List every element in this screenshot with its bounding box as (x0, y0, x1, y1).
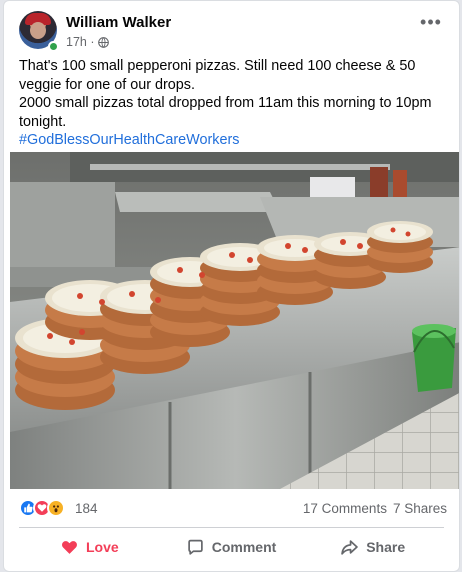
post-stats: 184 17 Comments 7 Shares (19, 499, 447, 519)
comment-button[interactable]: Comment (161, 533, 303, 561)
love-button[interactable]: Love (19, 533, 161, 561)
comment-icon (187, 539, 203, 555)
reaction-count: 184 (75, 500, 98, 516)
author-name[interactable]: William Walker (66, 14, 171, 31)
post-meta: 17h · (66, 35, 109, 49)
engagement-counts: 17 Comments 7 Shares (303, 501, 447, 516)
reactions-summary[interactable]: 184 (19, 499, 98, 517)
heart-icon (62, 540, 77, 554)
post-actions: Love Comment Share (19, 533, 444, 561)
wow-icon (47, 499, 65, 517)
comments-count-link[interactable]: 17 Comments (303, 501, 387, 516)
share-label: Share (366, 539, 406, 555)
pizzas-kitchen-image (10, 152, 459, 489)
post-photo[interactable] (10, 152, 459, 489)
globe-icon (97, 36, 109, 48)
shares-count-link[interactable]: 7 Shares (393, 501, 447, 516)
post-text: That's 100 small pepperoni pizzas. Still… (19, 57, 449, 150)
post-text-line: 2000 small pizzas total dropped from 11a… (19, 95, 432, 130)
share-icon (341, 539, 359, 555)
more-options-button[interactable]: ••• (417, 13, 445, 37)
hashtag-link[interactable]: #GodBlessOurHealthCareWorkers (19, 131, 449, 150)
post-card: William Walker 17h · ••• That's 100 smal… (3, 0, 460, 572)
comment-label: Comment (211, 539, 277, 555)
post-text-line: That's 100 small pepperoni pizzas. Still… (19, 58, 416, 93)
online-status-dot (48, 41, 59, 52)
love-label: Love (85, 539, 119, 555)
post-header: William Walker 17h · ••• (19, 11, 449, 52)
divider (19, 527, 444, 528)
share-button[interactable]: Share (302, 533, 444, 561)
post-time[interactable]: 17h · (66, 35, 95, 49)
